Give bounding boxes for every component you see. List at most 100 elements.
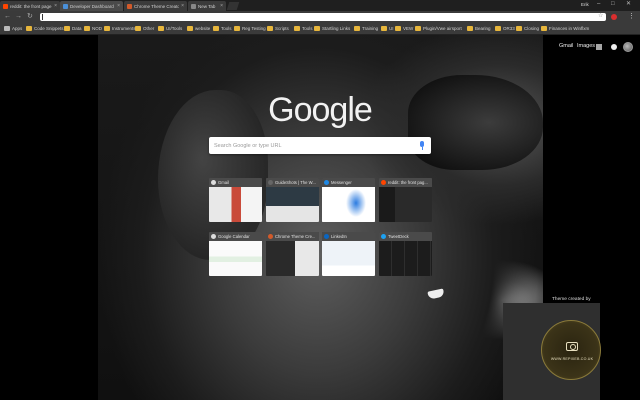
gmail-link[interactable]: Gmail: [559, 43, 573, 49]
minimize-button[interactable]: –: [597, 1, 600, 7]
avatar[interactable]: [623, 42, 633, 52]
bookmark-folder[interactable]: Other: [135, 26, 154, 31]
bookmark-label: Finances in Winflxm: [549, 26, 590, 31]
folder-icon: [234, 26, 240, 31]
tab-title: New Tab: [198, 3, 216, 9]
forward-button[interactable]: →: [15, 13, 22, 20]
bookmark-folder[interactable]: Instruments: [104, 26, 136, 31]
tile-title: LinkedIn: [331, 234, 347, 239]
bookmark-folder[interactable]: OR33: [495, 26, 515, 31]
bookmark-label: Startling Links: [322, 26, 351, 31]
bookmark-folder[interactable]: Data: [64, 26, 82, 31]
text-caret: [42, 14, 43, 20]
folder-icon: [314, 26, 320, 31]
bookmark-label: Data: [72, 26, 82, 31]
bookmark-folder[interactable]: VEW: [395, 26, 413, 31]
tab-developer-dashboard[interactable]: Developer Dashboard ×: [60, 1, 123, 11]
microphone-stem: [421, 147, 423, 150]
bookmark-folder[interactable]: Reg Testing: [234, 26, 266, 31]
bookmark-folder[interactable]: UI: [381, 26, 394, 31]
reload-button[interactable]: ↻: [27, 13, 33, 20]
tab-new-tab[interactable]: New Tab ×: [188, 1, 226, 11]
bookmark-folder[interactable]: website: [187, 26, 210, 31]
tile-title: Gmail: [218, 180, 229, 185]
tab-title: Chrome Theme Creator: [134, 3, 180, 9]
close-icon[interactable]: ×: [117, 3, 120, 9]
bookmark-folder[interactable]: NOD: [84, 26, 102, 31]
tile-guideshots[interactable]: GuideShots | The W...: [266, 178, 319, 222]
images-link[interactable]: Images: [577, 43, 595, 49]
bookmark-folder[interactable]: Bearing: [467, 26, 491, 31]
profile-name[interactable]: Erik: [581, 2, 589, 7]
theme-creator-icon: [268, 234, 273, 239]
theme-background-photo: [98, 35, 543, 400]
reddit-icon: [381, 180, 386, 185]
tile-title: Google Calendar: [218, 234, 250, 239]
tile-thumbnail: [266, 241, 319, 276]
tile-title: TweetDeck: [388, 234, 409, 239]
folder-icon: [84, 26, 90, 31]
bookmark-folder[interactable]: Startling Links: [314, 26, 350, 31]
tile-chrome-theme-creator[interactable]: Chrome Theme Cre...: [266, 232, 319, 276]
toolbar: ← → ↻ ☆ ⋮: [0, 11, 640, 23]
bookmark-folder[interactable]: Code Snippets: [26, 26, 64, 31]
folder-icon: [541, 26, 547, 31]
tile-gmail[interactable]: Gmail: [209, 178, 262, 222]
bookmark-apps[interactable]: Apps: [4, 26, 22, 31]
folder-icon: [516, 26, 522, 31]
bookmark-folder[interactable]: Training: [354, 26, 378, 31]
tile-messenger[interactable]: Messenger: [322, 178, 375, 222]
bookmark-folder[interactable]: Tools: [213, 26, 232, 31]
bookmark-folder[interactable]: Closing: [516, 26, 539, 31]
bookmark-label: Bearing: [475, 26, 491, 31]
notifications-icon[interactable]: [611, 44, 617, 50]
tile-google-calendar[interactable]: Google Calendar: [209, 232, 262, 276]
bookmarks-bar: Apps Code Snippets Data NOD Instruments …: [0, 23, 640, 35]
bookmark-folder[interactable]: Tools: [294, 26, 313, 31]
folder-icon: [104, 26, 110, 31]
bookmark-folder[interactable]: Finances in Winflxm: [541, 26, 589, 31]
extension-icon[interactable]: [611, 14, 617, 20]
folder-icon: [495, 26, 501, 31]
bookmark-folder[interactable]: Scripts: [267, 26, 289, 31]
address-bar[interactable]: [40, 13, 606, 21]
folder-icon: [467, 26, 473, 31]
gmail-icon: [211, 180, 216, 185]
bookmark-folder[interactable]: Plugin/Vwe airsport: [415, 26, 462, 31]
back-button[interactable]: ←: [4, 13, 11, 20]
bookmark-label: website: [195, 26, 211, 31]
bookmark-label: UI/Tools: [166, 26, 183, 31]
tile-header: Gmail: [209, 178, 262, 187]
tab-chrome-theme-creator[interactable]: Chrome Theme Creator ×: [124, 1, 187, 11]
apps-grid-icon[interactable]: [596, 44, 602, 50]
tile-tweetdeck[interactable]: TweetDeck: [379, 232, 432, 276]
tile-title: Messenger: [331, 180, 352, 185]
tab-reddit[interactable]: reddit: the front page o ×: [0, 1, 60, 11]
tile-header: Messenger: [322, 178, 375, 187]
folder-icon: [187, 26, 193, 31]
theme-credit-label: Theme created by: [552, 297, 591, 302]
close-icon[interactable]: ×: [54, 3, 57, 9]
tile-thumbnail: [209, 241, 262, 276]
tile-reddit[interactable]: reddit: the front pag...: [379, 178, 432, 222]
tile-header: TweetDeck: [379, 232, 432, 241]
folder-icon: [381, 26, 387, 31]
tile-thumbnail: [379, 187, 432, 222]
close-icon[interactable]: ×: [181, 3, 184, 9]
tab-title: reddit: the front page o: [10, 3, 53, 9]
bookmark-folder[interactable]: UI/Tools: [158, 26, 182, 31]
bookmark-label: Reg Testing: [242, 26, 266, 31]
bookmark-star-icon[interactable]: ☆: [598, 13, 603, 19]
search-input[interactable]: [214, 140, 409, 151]
tile-linkedin[interactable]: LinkedIn: [322, 232, 375, 276]
tab-strip: reddit: the front page o × Developer Das…: [0, 0, 640, 11]
close-icon[interactable]: ×: [220, 3, 223, 9]
new-tab-button[interactable]: [226, 2, 240, 10]
camera-icon: [566, 342, 578, 351]
chrome-menu-button[interactable]: ⋮: [628, 13, 635, 20]
folder-icon: [267, 26, 273, 31]
close-window-button[interactable]: ✕: [626, 1, 631, 7]
maximize-button[interactable]: □: [611, 1, 615, 7]
theme-author-badge[interactable]: WWW.REPIXEB.CO.UK: [541, 320, 601, 380]
search-box[interactable]: [209, 137, 431, 154]
